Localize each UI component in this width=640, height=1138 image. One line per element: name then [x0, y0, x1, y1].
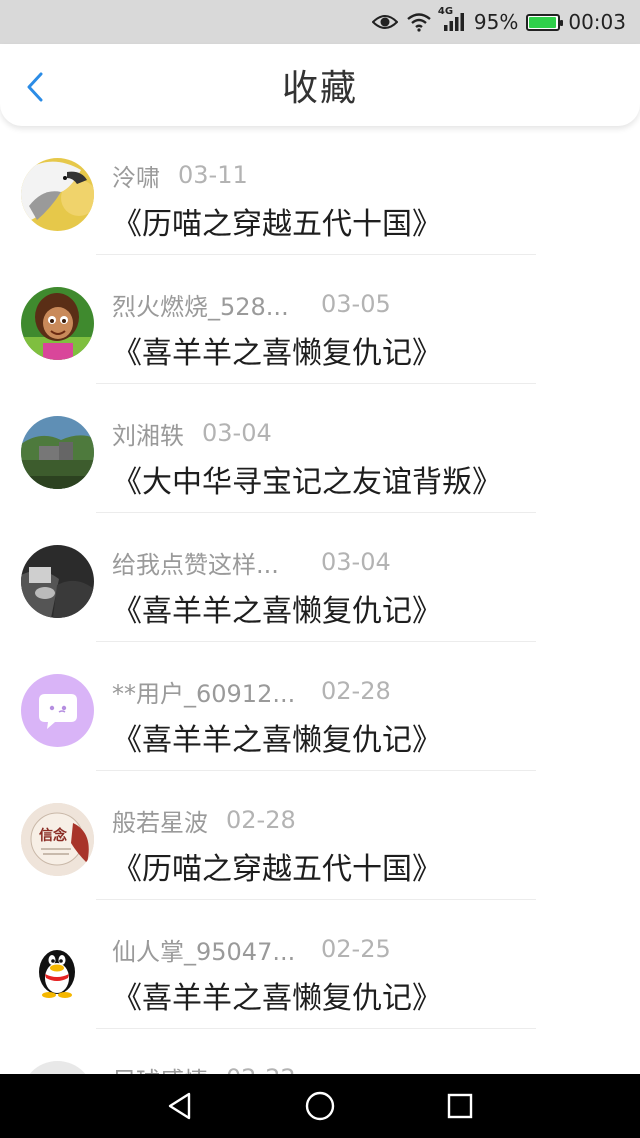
circle-home-icon [305, 1091, 335, 1121]
avatar[interactable] [21, 287, 94, 360]
item-title: 《大中华寻宝记之友谊背叛》 [112, 465, 502, 500]
list-item[interactable]: 信念 般若星波 02-28 《历喵之穿越五代十国》 [0, 771, 640, 900]
item-date: 02-28 [321, 677, 391, 705]
triangle-back-icon [168, 1092, 191, 1120]
item-date: 03-05 [321, 290, 391, 318]
system-nav-bar [0, 1074, 640, 1138]
avatar[interactable] [21, 416, 94, 489]
avatar-text: 信念 [39, 828, 67, 844]
status-bar: 4G 95% 00:03 [0, 0, 640, 44]
item-title: 《历喵之穿越五代十国》 [112, 207, 442, 242]
author-name: 仙人掌_95047... [112, 937, 296, 966]
status-time: 00:03 [568, 10, 626, 34]
system-recents-button[interactable] [438, 1084, 482, 1128]
item-meta: 仙人掌_95047... 02-25 [112, 934, 391, 966]
cell-signal-icon: 4G [438, 6, 466, 32]
favorites-list: 泠啸 03-11 《历喵之穿越五代十国》 烈火燃烧_528... 03-05 《… [0, 126, 640, 1138]
author-name: 给我点赞这样... [112, 550, 279, 579]
avatar[interactable] [21, 932, 94, 1005]
item-date: 03-04 [321, 548, 391, 576]
avatar[interactable]: 信念 [21, 803, 94, 876]
author-name: **用户_60912... [112, 679, 296, 708]
item-date: 03-11 [178, 161, 248, 189]
battery-percent: 95% [473, 10, 519, 34]
item-meta: 泠啸 03-11 [112, 160, 248, 192]
system-back-button[interactable] [158, 1084, 202, 1128]
penguin-icon [21, 932, 94, 1005]
item-title: 《喜羊羊之喜懒复仇记》 [112, 981, 442, 1016]
list-item[interactable]: 刘湘轶 03-04 《大中华寻宝记之友谊背叛》 [0, 384, 640, 513]
system-home-button[interactable] [298, 1084, 342, 1128]
item-meta: 般若星波 02-28 [112, 805, 296, 837]
chevron-left-icon [27, 72, 43, 102]
item-title: 《历喵之穿越五代十国》 [112, 852, 442, 887]
author-name: 刘湘轶 [112, 421, 184, 450]
author-name: 般若星波 [112, 808, 208, 837]
item-meta: 给我点赞这样... 03-04 [112, 547, 391, 579]
author-name: 烈火燃烧_528... [112, 292, 289, 321]
battery-level-fill [529, 16, 556, 28]
item-date: 02-28 [226, 806, 296, 834]
item-meta: **用户_60912... 02-28 [112, 676, 391, 708]
list-item[interactable]: **用户_60912... 02-28 《喜羊羊之喜懒复仇记》 [0, 642, 640, 771]
list-item[interactable]: 仙人掌_95047... 02-25 《喜羊羊之喜懒复仇记》 [0, 900, 640, 1029]
item-title: 《喜羊羊之喜懒复仇记》 [112, 723, 442, 758]
avatar[interactable] [21, 674, 94, 747]
app-header: 收藏 [0, 44, 640, 126]
list-item[interactable]: 泠啸 03-11 《历喵之穿越五代十国》 [0, 126, 640, 255]
wifi-icon [406, 12, 432, 32]
avatar[interactable] [21, 545, 94, 618]
battery-icon [526, 13, 564, 31]
item-date: 02-25 [321, 935, 391, 963]
author-name: 泠啸 [112, 163, 160, 192]
eye-icon [371, 13, 398, 31]
page-title: 收藏 [281, 68, 358, 109]
item-meta: 刘湘轶 03-04 [112, 418, 272, 450]
network-type-label: 4G [437, 6, 454, 17]
item-title: 《喜羊羊之喜懒复仇记》 [112, 336, 442, 371]
item-title: 《喜羊羊之喜懒复仇记》 [112, 594, 442, 629]
item-date: 03-04 [202, 419, 272, 447]
list-item[interactable]: 给我点赞这样... 03-04 《喜羊羊之喜懒复仇记》 [0, 513, 640, 642]
item-meta: 烈火燃烧_528... 03-05 [112, 289, 391, 321]
list-item[interactable]: 烈火燃烧_528... 03-05 《喜羊羊之喜懒复仇记》 [0, 255, 640, 384]
avatar[interactable] [21, 158, 94, 231]
back-button[interactable] [20, 70, 50, 104]
square-recents-icon [447, 1093, 473, 1119]
